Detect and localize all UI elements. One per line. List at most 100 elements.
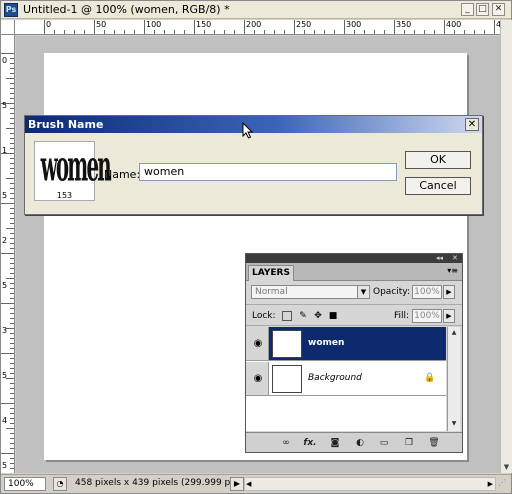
tab-layers[interactable]: LAYERS <box>248 265 294 281</box>
cancel-button[interactable]: Cancel <box>405 177 471 195</box>
layer-name[interactable]: Background <box>308 373 362 383</box>
layer-name[interactable]: women <box>308 338 344 348</box>
fill-label: Fill: <box>394 311 410 321</box>
zoom-field[interactable]: 100% <box>4 477 46 491</box>
status-menu-arrow[interactable]: ▶ <box>230 477 244 491</box>
scroll-down-icon[interactable]: ▼ <box>449 419 459 429</box>
ruler-tick <box>6 228 14 229</box>
ok-button[interactable]: OK <box>405 151 471 169</box>
ruler-tick <box>10 258 14 259</box>
ruler-tick <box>264 30 265 34</box>
panel-header-strip[interactable]: ◂◂ ✕ <box>246 254 462 263</box>
ruler-label: 3 <box>2 326 8 335</box>
ruler-tick <box>10 448 14 449</box>
ruler-tick <box>10 148 14 149</box>
horizontal-ruler[interactable]: 050100150200250300350400450 <box>15 20 500 35</box>
ruler-tick <box>10 58 14 59</box>
adjustment-icon[interactable]: ◐ <box>353 437 367 449</box>
ruler-tick <box>324 30 325 34</box>
fill-arrow-icon[interactable]: ▶ <box>443 309 455 323</box>
horizontal-scrollbar[interactable]: ◀ ▶ <box>244 477 496 491</box>
trash-icon[interactable]: 🗑 <box>427 437 441 449</box>
ruler-tick <box>334 30 335 34</box>
panel-tab-row: LAYERS ▾≡ <box>246 263 462 281</box>
blend-mode-select[interactable]: Normal ▼ <box>251 285 370 299</box>
opacity-arrow-icon[interactable]: ▶ <box>443 285 455 299</box>
scroll-left-icon[interactable]: ◀ <box>246 478 251 490</box>
resize-grip-icon[interactable]: ⋰ <box>498 478 508 490</box>
folder-icon[interactable]: ▭ <box>377 437 391 449</box>
ruler-tick <box>10 273 14 274</box>
brush-name-input[interactable]: women <box>139 163 397 181</box>
ruler-tick <box>244 20 245 34</box>
ruler-tick <box>6 328 14 329</box>
ruler-tick <box>10 373 14 374</box>
fill-field[interactable]: 100% <box>412 309 442 323</box>
ruler-tick <box>10 188 14 189</box>
ruler-tick <box>124 30 125 34</box>
scroll-up-icon[interactable]: ▲ <box>449 328 459 338</box>
window-title: Untitled-1 @ 100% (women, RGB/8) * <box>23 3 230 16</box>
ruler-tick <box>84 30 85 34</box>
ruler-tick <box>234 30 235 34</box>
chevron-down-icon[interactable]: ▼ <box>357 286 369 298</box>
panel-menu-icon[interactable]: ▾≡ <box>447 266 458 275</box>
ruler-tick <box>6 278 14 279</box>
opacity-field[interactable]: 100% <box>412 285 442 299</box>
ruler-tick <box>10 313 14 314</box>
minimize-button[interactable]: _ <box>461 3 474 16</box>
ruler-tick <box>10 408 14 409</box>
lock-pixels-icon[interactable]: ✎ <box>298 311 308 321</box>
ruler-tick <box>10 98 14 99</box>
layer-thumbnail <box>272 330 302 358</box>
ruler-tick <box>184 30 185 34</box>
ruler-tick <box>74 30 75 34</box>
ruler-tick <box>134 30 135 34</box>
ruler-tick <box>304 30 305 34</box>
ruler-tick <box>294 20 295 34</box>
scroll-right-icon[interactable]: ▶ <box>488 478 493 490</box>
maximize-button[interactable]: □ <box>476 3 489 16</box>
lock-icon: 🔒 <box>424 373 436 383</box>
vertical-scrollbar[interactable]: ▼ <box>500 20 512 473</box>
mask-icon[interactable]: ◙ <box>328 437 342 449</box>
status-bar: 100% ◔ 458 pixels x 439 pixels (299.999 … <box>1 474 511 493</box>
layers-scrollbar[interactable]: ▲ ▼ <box>447 327 460 431</box>
ruler-tick <box>1 53 14 54</box>
ruler-tick <box>10 143 14 144</box>
ruler-tick <box>10 243 14 244</box>
panel-close-icon[interactable]: ✕ <box>452 254 458 263</box>
ruler-tick <box>54 30 55 34</box>
fx-icon[interactable]: fx. <box>303 437 317 449</box>
ruler-tick <box>10 133 14 134</box>
ruler-tick <box>6 378 14 379</box>
eye-icon[interactable]: ◉ <box>250 373 266 385</box>
link-icon[interactable]: ∞ <box>279 437 293 449</box>
layer-list: ◉ women ◉ Background 🔒 <box>246 327 446 431</box>
close-button[interactable]: ✕ <box>492 3 505 16</box>
eye-icon[interactable]: ◉ <box>250 338 266 350</box>
new-layer-icon[interactable]: ❐ <box>402 437 416 449</box>
opacity-label: Opacity: <box>373 287 410 297</box>
ruler-tick <box>10 283 14 284</box>
ruler-corner[interactable] <box>1 20 15 35</box>
ruler-tick <box>10 368 14 369</box>
lock-all-icon[interactable]: ■ <box>328 311 338 321</box>
layer-row-women[interactable]: ◉ women <box>246 327 446 361</box>
title-bar[interactable]: Ps Untitled-1 @ 100% (women, RGB/8) * _ … <box>1 1 511 19</box>
ruler-tick <box>1 353 14 354</box>
ruler-tick <box>254 30 255 34</box>
ruler-tick <box>284 30 285 34</box>
lock-transparency-icon[interactable] <box>282 311 292 321</box>
status-preview-icon[interactable]: ◔ <box>53 477 67 491</box>
scroll-down-icon[interactable]: ▼ <box>501 462 512 473</box>
lock-position-icon[interactable]: ✥ <box>313 311 323 321</box>
collapse-panel-icon[interactable]: ◂◂ <box>436 254 443 263</box>
ruler-label: 400 <box>446 20 462 29</box>
vertical-ruler[interactable]: 0 5 1 5 2 5 3 5 4 5 <box>1 35 15 473</box>
ruler-tick <box>6 428 14 429</box>
ruler-tick <box>364 30 365 34</box>
ruler-tick <box>404 30 405 34</box>
dialog-close-button[interactable]: ✕ <box>465 118 479 131</box>
layer-row-background[interactable]: ◉ Background 🔒 <box>246 362 446 396</box>
